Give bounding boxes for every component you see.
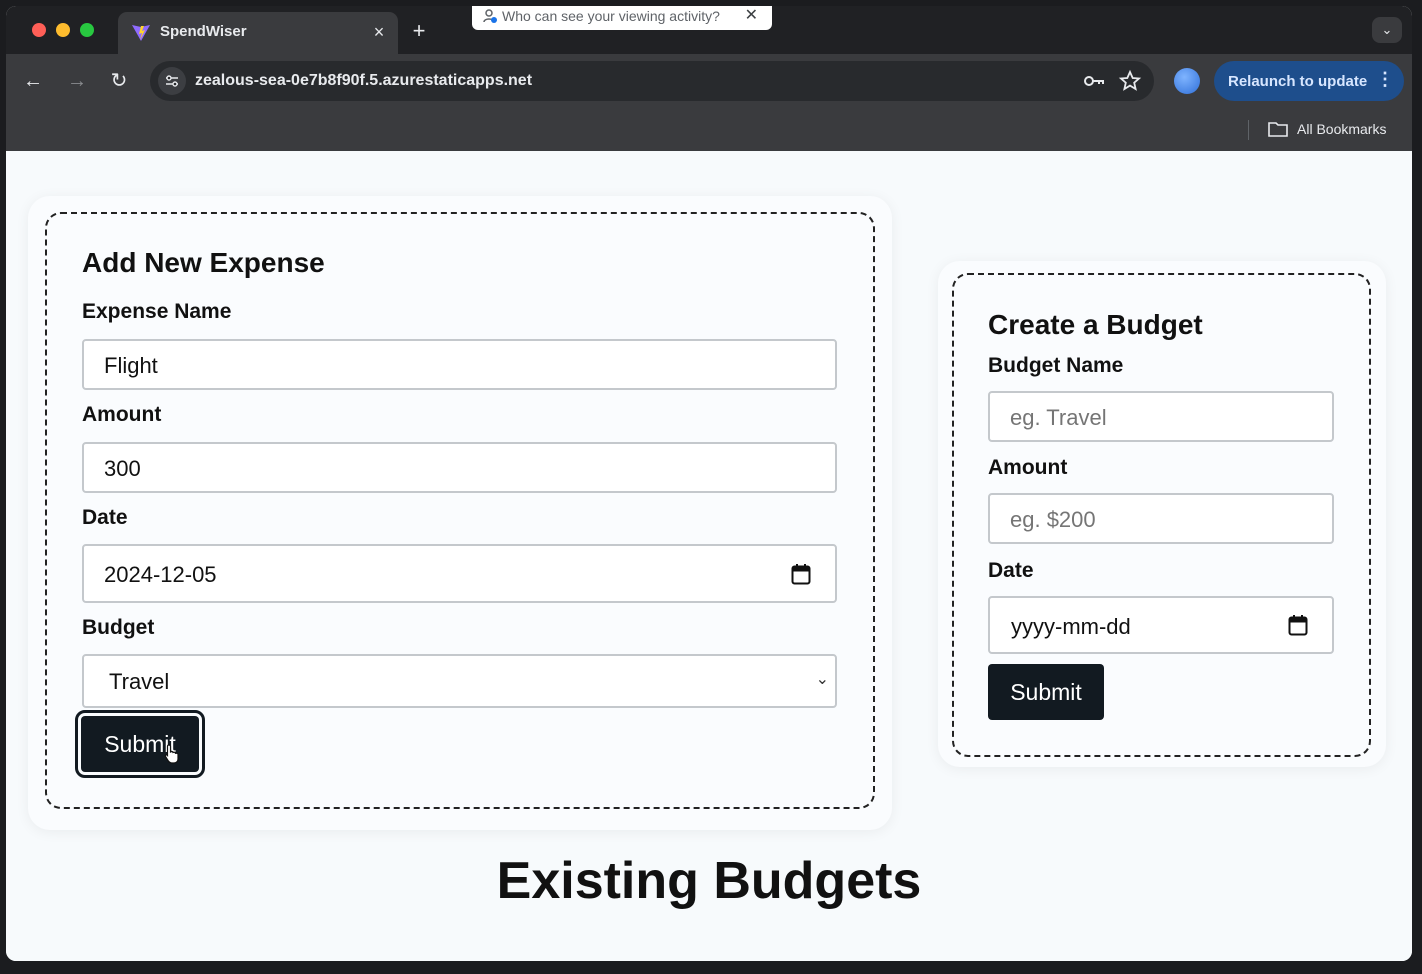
tab-search-button[interactable]: ⌄ [1372, 17, 1402, 43]
expense-form: Add New Expense Expense Name Flight Amou… [45, 212, 875, 809]
budget-date-placeholder: yyyy-mm-dd [1011, 614, 1131, 639]
browser-window: SpendWiser × + ⌄ Who can see your viewin… [6, 6, 1412, 961]
bookmark-star-icon[interactable] [1118, 69, 1142, 93]
tab-title: SpendWiser [160, 23, 247, 40]
tab-bar: SpendWiser × + ⌄ Who can see your viewin… [6, 6, 1412, 54]
relaunch-label: Relaunch to update [1228, 73, 1368, 90]
expense-date-value: 2024-12-05 [104, 562, 217, 587]
expense-date-label: Date [82, 506, 128, 529]
budget-date-label: Date [988, 559, 1034, 582]
budget-name-placeholder: eg. Travel [1010, 405, 1107, 430]
reload-icon[interactable]: ↻ [106, 68, 132, 94]
budget-form-title: Create a Budget [988, 309, 1203, 340]
budget-amount-label: Amount [988, 456, 1068, 479]
calendar-icon[interactable] [1288, 614, 1308, 636]
back-arrow-icon[interactable]: ← [20, 68, 46, 94]
budget-submit-label: Submit [1010, 679, 1082, 705]
address-bar[interactable]: zealous-sea-0e7b8f90f.5.azurestaticapps.… [150, 61, 1154, 101]
expense-budget-label: Budget [82, 616, 155, 639]
more-menu-icon[interactable]: ⋮ [1376, 69, 1394, 90]
expense-amount-input[interactable]: 300 [82, 442, 837, 493]
profile-avatar[interactable] [1174, 68, 1200, 94]
expense-date-input[interactable]: 2024-12-05 [82, 544, 837, 603]
page-content: Add New Expense Expense Name Flight Amou… [6, 151, 1412, 961]
bookmarks-divider [1248, 120, 1249, 140]
password-key-icon[interactable] [1082, 69, 1106, 93]
budget-date-input[interactable]: yyyy-mm-dd [988, 596, 1334, 654]
tab-spendwiser[interactable]: SpendWiser × [118, 12, 398, 54]
person-icon [483, 9, 497, 23]
budget-form: Create a Budget Budget Name eg. Travel A… [952, 273, 1371, 757]
budget-card: Create a Budget Budget Name eg. Travel A… [938, 261, 1386, 767]
expense-card: Add New Expense Expense Name Flight Amou… [28, 196, 892, 830]
vite-logo-icon [132, 25, 150, 41]
site-info-icon[interactable] [158, 67, 186, 95]
forward-arrow-icon[interactable]: → [64, 68, 90, 94]
all-bookmarks-link[interactable]: All Bookmarks [1297, 121, 1386, 137]
expense-name-value: Flight [104, 353, 158, 378]
expense-name-input[interactable]: Flight [82, 339, 837, 390]
calendar-icon[interactable] [791, 563, 811, 585]
expense-budget-select[interactable]: Travel ⌄ [82, 654, 837, 708]
expense-amount-value: 300 [104, 456, 141, 481]
expense-submit-button[interactable]: Submit [75, 710, 205, 778]
hand-cursor-icon [164, 744, 179, 764]
chevron-down-icon: ⌄ [815, 671, 829, 688]
popup-close-icon[interactable]: ✕ [745, 6, 758, 25]
existing-budgets-heading: Existing Budgets [496, 852, 922, 910]
maximize-window-button[interactable] [80, 23, 94, 37]
privacy-popup: Who can see your viewing activity? ✕ [472, 6, 772, 30]
minimize-window-button[interactable] [56, 23, 70, 37]
url-text[interactable]: zealous-sea-0e7b8f90f.5.azurestaticapps.… [195, 72, 532, 90]
budget-amount-placeholder: eg. $200 [1010, 507, 1096, 532]
relaunch-button[interactable]: Relaunch to update ⋮ [1214, 61, 1404, 101]
new-tab-button[interactable]: + [406, 18, 432, 44]
expense-form-title: Add New Expense [82, 247, 325, 278]
budget-name-label: Budget Name [988, 354, 1124, 377]
budget-name-input[interactable]: eg. Travel [988, 391, 1334, 442]
expense-name-label: Expense Name [82, 300, 232, 323]
browser-toolbar: ← → ↻ zealous-sea-0e7b8f90f.5.azurestati… [6, 54, 1412, 108]
expense-amount-label: Amount [82, 403, 162, 426]
tab-close-icon[interactable]: × [368, 21, 390, 43]
folder-icon [1268, 122, 1288, 137]
close-window-button[interactable] [32, 23, 46, 37]
budget-submit-button[interactable]: Submit [988, 664, 1104, 720]
bookmarks-bar: All Bookmarks [6, 108, 1412, 151]
budget-amount-input[interactable]: eg. $200 [988, 493, 1334, 544]
expense-budget-value: Travel [109, 669, 170, 694]
popup-text: Who can see your viewing activity? [502, 8, 720, 24]
